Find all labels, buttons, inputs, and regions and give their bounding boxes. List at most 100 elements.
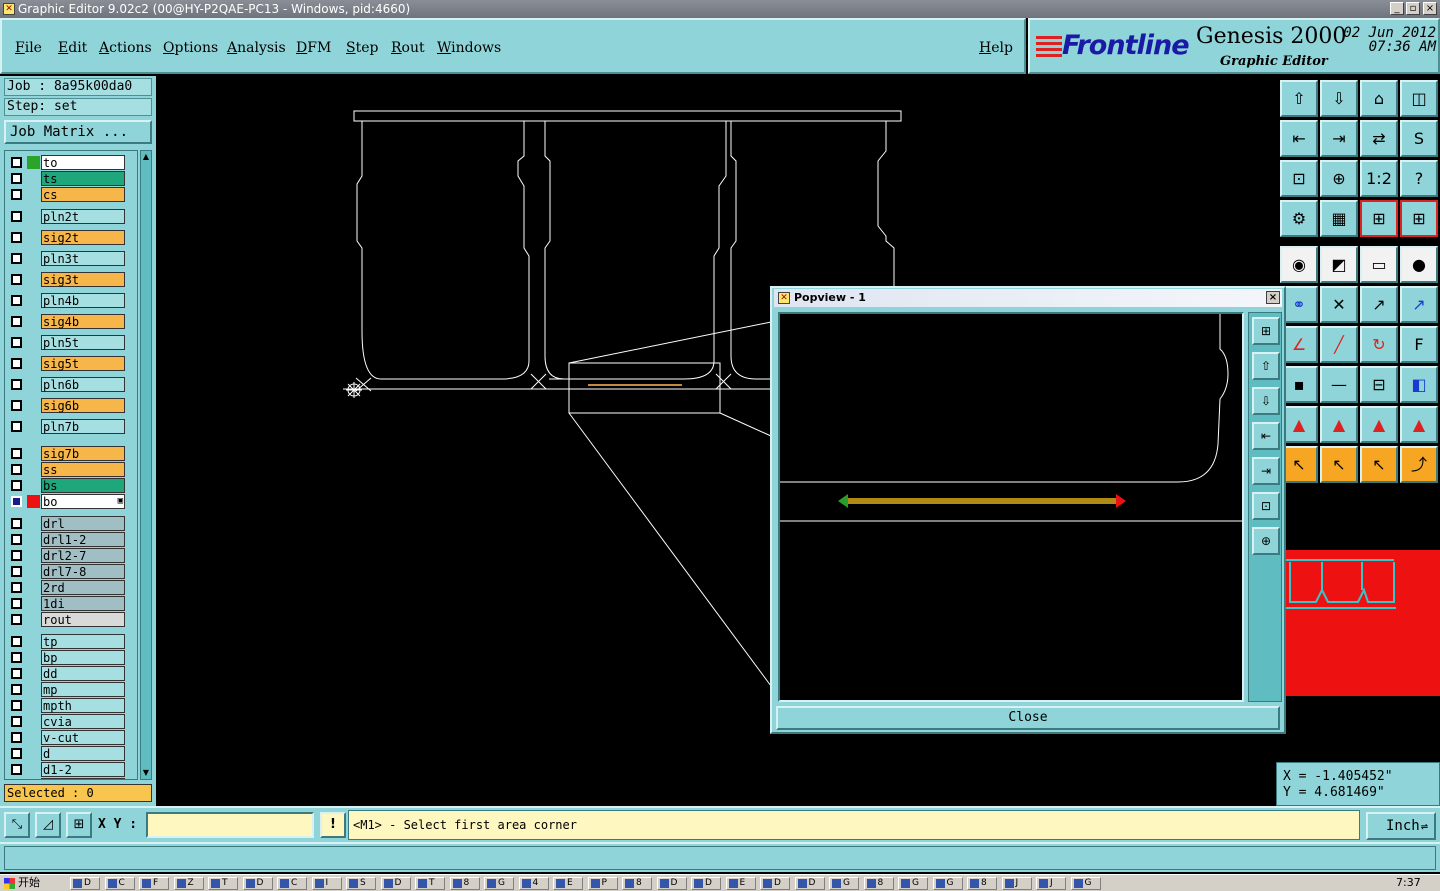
- layer-name[interactable]: 2rd: [41, 580, 125, 595]
- taskbar-item[interactable]: 4: [518, 877, 549, 890]
- layer-name[interactable]: sig4b: [41, 314, 125, 329]
- layer-checkbox[interactable]: [11, 448, 22, 459]
- layer-row-bs[interactable]: bs: [7, 478, 125, 493]
- taskbar-item[interactable]: T: [415, 877, 445, 890]
- snap-alt-icon[interactable]: ⊞: [1400, 200, 1438, 237]
- layer-name[interactable]: rout: [41, 612, 125, 627]
- minimize-button[interactable]: _: [1390, 2, 1404, 15]
- layer-name[interactable]: pln5t: [41, 335, 125, 350]
- menu-rout[interactable]: Rout: [391, 40, 425, 56]
- popview-close-x-button[interactable]: ×: [1266, 291, 1280, 304]
- scroll-down-icon[interactable]: ▼: [142, 768, 150, 778]
- taskbar-item[interactable]: D: [794, 877, 825, 890]
- layer-name[interactable]: sig3t: [41, 272, 125, 287]
- layer-checkbox[interactable]: [11, 421, 22, 432]
- layer-row-to[interactable]: to: [7, 155, 125, 170]
- layer-row-sig6b[interactable]: sig6b: [7, 398, 125, 413]
- layer-name[interactable]: cs: [41, 187, 125, 202]
- pointer-red-icon[interactable]: ↖: [1360, 446, 1398, 483]
- scroll-up-icon[interactable]: ▲: [142, 152, 150, 162]
- layer-row-dd[interactable]: dd: [7, 666, 125, 681]
- layer-row-drl[interactable]: drl: [7, 516, 125, 531]
- pv-left-icon[interactable]: ⇤: [1252, 422, 1280, 450]
- layer-name[interactable]: d2-7: [41, 778, 125, 779]
- layer-name[interactable]: sig7b: [41, 446, 125, 461]
- layer-row-mpth[interactable]: mpth: [7, 698, 125, 713]
- taskbar-item[interactable]: 8: [967, 877, 997, 890]
- layer-row-drl2-7[interactable]: drl2-7: [7, 548, 125, 563]
- layer-scrollbar[interactable]: ▲ ▼: [140, 150, 152, 780]
- arc-alt-icon[interactable]: ▲: [1400, 406, 1438, 443]
- layer-name[interactable]: pln3t: [41, 251, 125, 266]
- layer-name[interactable]: tp: [41, 634, 125, 649]
- layer-checkbox[interactable]: [11, 732, 22, 743]
- help-icon[interactable]: ?: [1400, 160, 1438, 197]
- layer-row-pln7b[interactable]: pln7b: [7, 419, 125, 434]
- layer-name[interactable]: d: [41, 746, 125, 761]
- layer-checkbox[interactable]: [11, 668, 22, 679]
- layer-checkbox[interactable]: [11, 496, 22, 507]
- taskbar-item[interactable]: C: [104, 877, 135, 890]
- layer-checkbox[interactable]: [11, 582, 22, 593]
- draw-icon[interactable]: ╱: [1320, 326, 1358, 363]
- layer-row-ss[interactable]: ss: [7, 462, 125, 477]
- step-up-icon[interactable]: ⇧: [1280, 80, 1318, 117]
- home-icon[interactable]: ⌂: [1360, 80, 1398, 117]
- close-window-button[interactable]: ×: [1423, 2, 1437, 15]
- layer-checkbox[interactable]: [11, 518, 22, 529]
- popview-close-button[interactable]: Close: [776, 706, 1280, 730]
- layer-row-mp[interactable]: mp: [7, 682, 125, 697]
- layer-row-bo[interactable]: bo: [7, 494, 125, 509]
- zoom-area-icon[interactable]: ⤡: [4, 812, 30, 838]
- pointer-box-icon[interactable]: ↖: [1320, 446, 1358, 483]
- split-view-icon[interactable]: ◫: [1400, 80, 1438, 117]
- snap-icon[interactable]: ⊞: [1360, 200, 1398, 237]
- layer-row-pln6b[interactable]: pln6b: [7, 377, 125, 392]
- maximize-button[interactable]: ▫: [1406, 2, 1420, 15]
- layer-name[interactable]: sig5t: [41, 356, 125, 371]
- unit-selector[interactable]: Inch ⇌: [1366, 812, 1436, 840]
- text-icon[interactable]: F: [1400, 326, 1438, 363]
- layout-thumbnail[interactable]: [1286, 550, 1440, 696]
- taskbar-item[interactable]: 8: [863, 877, 894, 890]
- snap-mode-icon[interactable]: ◿: [35, 812, 61, 838]
- layer-checkbox[interactable]: [11, 652, 22, 663]
- layer-name[interactable]: to: [41, 155, 125, 170]
- taskbar-item[interactable]: D: [656, 877, 687, 890]
- layer-checkbox[interactable]: [11, 232, 22, 243]
- taskbar-item[interactable]: I: [311, 877, 342, 890]
- layer-row-bp[interactable]: bp: [7, 650, 125, 665]
- menu-analysis[interactable]: Analysis: [227, 40, 286, 56]
- menu-help[interactable]: Help: [979, 40, 1013, 56]
- shape-icon[interactable]: ◧: [1400, 366, 1438, 403]
- layer-checkbox[interactable]: [11, 211, 22, 222]
- pv-zoom-icon[interactable]: ⊕: [1252, 527, 1280, 555]
- taskbar-item[interactable]: J: [1001, 877, 1032, 890]
- layer-row-drl1-2[interactable]: drl1-2: [7, 532, 125, 547]
- move-icon[interactable]: ↗: [1400, 286, 1438, 323]
- layer-row-2rd[interactable]: 2rd: [7, 580, 125, 595]
- fit-screen-icon[interactable]: ⊡: [1280, 160, 1318, 197]
- layer-row-d2-7[interactable]: d2-7: [7, 778, 125, 779]
- layer-name[interactable]: drl1-2: [41, 532, 125, 547]
- layer-checkbox[interactable]: [11, 764, 22, 775]
- layer-name[interactable]: sig6b: [41, 398, 125, 413]
- taskbar-item[interactable]: Z: [173, 877, 204, 890]
- step-down-icon[interactable]: ⇩: [1320, 80, 1358, 117]
- taskbar-item[interactable]: G: [829, 877, 859, 890]
- layer-row-pln5t[interactable]: pln5t: [7, 335, 125, 350]
- menu-edit[interactable]: Edit: [58, 40, 87, 56]
- measure-icon[interactable]: ⊟: [1360, 366, 1398, 403]
- pv-layer-icon[interactable]: ⊞: [1252, 317, 1280, 345]
- layer-checkbox[interactable]: [11, 684, 22, 695]
- ratio-icon[interactable]: 1:2: [1360, 160, 1398, 197]
- taskbar-item[interactable]: D: [691, 877, 721, 890]
- layer-checkbox[interactable]: [11, 748, 22, 759]
- taskbar-item[interactable]: E: [725, 877, 756, 890]
- layer-name[interactable]: pln6b: [41, 377, 125, 392]
- layer-checkbox[interactable]: [11, 316, 22, 327]
- layer-row-drl7-8[interactable]: drl7-8: [7, 564, 125, 579]
- layer-name[interactable]: bs: [41, 478, 125, 493]
- layer-checkbox[interactable]: [11, 253, 22, 264]
- layer-checkbox[interactable]: [11, 636, 22, 647]
